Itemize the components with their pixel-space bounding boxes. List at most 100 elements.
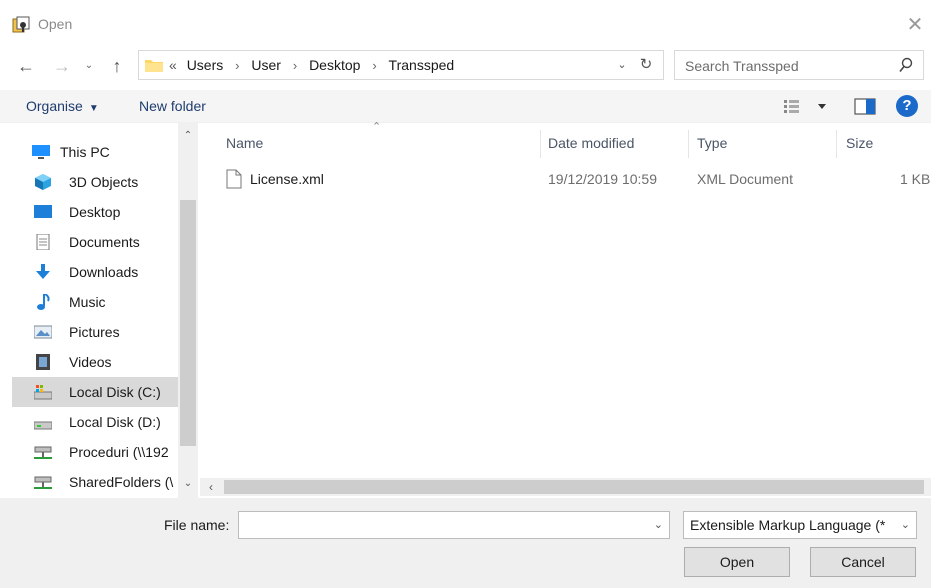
close-icon: ✕ — [906, 14, 924, 36]
computer-icon — [32, 145, 50, 159]
folder-icon — [145, 60, 163, 72]
command-bar: Organise ▼ New folder ? — [0, 90, 931, 123]
caret-down-icon: ▼ — [88, 103, 99, 114]
breadcrumb-separator[interactable]: › — [235, 52, 239, 80]
window-title: Open — [38, 16, 73, 32]
nav-item-music[interactable]: Music — [12, 287, 178, 317]
nav-item-pictures[interactable]: Pictures — [12, 317, 178, 347]
nav-item-this-pc[interactable]: This PC — [12, 137, 178, 167]
chevron-up-icon: ⌃ — [183, 130, 193, 141]
chevron-down-icon: ⌄ — [900, 519, 910, 531]
file-type-filter[interactable]: Extensible Markup Language (* ⌄ — [683, 511, 917, 539]
chevron-left-icon: ‹ — [209, 480, 213, 494]
title-bar: Open ✕ — [0, 0, 931, 48]
nav-item-label: Documents — [69, 234, 140, 250]
nav-item-3d-objects[interactable]: 3D Objects — [12, 167, 178, 197]
address-history-dropdown[interactable]: ⌄ — [613, 51, 631, 79]
scroll-down-button[interactable]: ⌄ — [180, 478, 196, 494]
help-icon: ? — [902, 97, 912, 114]
cancel-button[interactable]: Cancel — [810, 547, 916, 577]
breadcrumb-users[interactable]: Users — [187, 51, 224, 79]
file-size: 1 KB — [900, 171, 931, 187]
music-icon — [37, 294, 50, 310]
organise-button[interactable]: Organise ▼ — [26, 90, 99, 122]
navigation-pane: This PC 3D Objects Desktop Documents Dow… — [0, 122, 198, 498]
nav-item-sharedfolders[interactable]: SharedFolders (\ — [12, 467, 178, 497]
pictures-icon — [34, 325, 52, 339]
up-button[interactable]: ↑ — [104, 52, 130, 80]
breadcrumb: « Users › User › Desktop › Transsped — [169, 51, 454, 79]
nav-item-label: Music — [69, 294, 106, 310]
file-name-label: File name: — [164, 517, 230, 533]
scroll-left-button[interactable]: ‹ — [204, 478, 218, 496]
app-icon — [12, 16, 30, 33]
nav-item-proceduri[interactable]: Proceduri (\\192 — [12, 437, 178, 467]
nav-item-desktop[interactable]: Desktop — [12, 197, 178, 227]
change-view-icon[interactable] — [780, 96, 828, 116]
breadcrumb-transsped[interactable]: Transsped — [389, 51, 455, 79]
breadcrumb-separator[interactable]: › — [293, 52, 297, 80]
search-box[interactable] — [674, 50, 924, 80]
forward-button[interactable]: → — [50, 52, 74, 80]
file-row[interactable]: License.xml 19/12/2019 10:59 XML Documen… — [200, 166, 931, 192]
nav-item-label: Videos — [69, 354, 112, 370]
nav-item-downloads[interactable]: Downloads — [12, 257, 178, 287]
drive-icon — [34, 385, 52, 400]
breadcrumb-user[interactable]: User — [251, 51, 281, 79]
scroll-up-button[interactable]: ⌃ — [180, 130, 196, 146]
new-folder-button[interactable]: New folder — [139, 90, 206, 122]
arrow-right-icon: → — [53, 56, 71, 76]
column-header-date-modified[interactable]: Date modified — [548, 130, 634, 156]
column-divider[interactable] — [836, 130, 837, 158]
nav-item-label: Pictures — [69, 324, 120, 340]
nav-item-local-disk-c[interactable]: Local Disk (C:) — [12, 377, 178, 407]
column-header-name[interactable]: Name — [226, 130, 263, 156]
search-icon — [899, 57, 913, 72]
desktop-icon — [34, 205, 52, 218]
chevron-down-icon: ⌄ — [617, 59, 627, 71]
filelist-hscroll-thumb[interactable] — [224, 480, 924, 494]
back-button[interactable]: ← — [12, 52, 40, 80]
file-name-input[interactable] — [243, 515, 637, 537]
nav-item-label: Local Disk (D:) — [69, 414, 161, 430]
file-date-modified: 19/12/2019 10:59 — [548, 171, 657, 187]
address-bar[interactable]: « Users › User › Desktop › Transsped ⌄ ↻ — [138, 50, 664, 80]
nav-item-documents[interactable]: Documents — [12, 227, 178, 257]
network-drive-icon — [34, 476, 52, 489]
chevron-down-icon: ⌄ — [183, 478, 193, 489]
chevron-down-icon: ⌄ — [84, 60, 94, 71]
nav-item-local-disk-d[interactable]: Local Disk (D:) — [12, 407, 178, 437]
breadcrumb-overflow[interactable]: « — [169, 51, 177, 79]
column-divider[interactable] — [688, 130, 689, 158]
preview-pane-icon[interactable] — [852, 96, 878, 116]
network-drive-icon — [34, 446, 52, 459]
drive-icon — [34, 421, 52, 430]
navpane-scrollbar-thumb[interactable] — [180, 200, 196, 446]
column-header-type[interactable]: Type — [697, 130, 727, 156]
breadcrumb-separator[interactable]: › — [372, 52, 376, 80]
nav-item-label: SharedFolders (\ — [69, 474, 174, 490]
file-name-combobox[interactable]: ⌄ — [238, 511, 670, 539]
column-divider[interactable] — [540, 130, 541, 158]
arrow-left-icon: ← — [17, 56, 35, 76]
open-button[interactable]: Open — [684, 547, 790, 577]
close-button[interactable]: ✕ — [903, 14, 927, 36]
help-button[interactable]: ? — [896, 95, 918, 117]
nav-item-label: Desktop — [69, 204, 121, 220]
videos-icon — [36, 354, 50, 370]
nav-item-videos[interactable]: Videos — [12, 347, 178, 377]
arrow-up-icon: ↑ — [112, 56, 122, 76]
organise-label: Organise — [26, 98, 83, 114]
file-icon — [226, 169, 242, 189]
nav-item-label: Local Disk (C:) — [69, 384, 161, 400]
chevron-down-icon[interactable]: ⌄ — [654, 512, 663, 538]
column-header-size[interactable]: Size — [846, 130, 873, 156]
sort-ascending-icon: ⌃ — [372, 121, 382, 133]
breadcrumb-desktop[interactable]: Desktop — [309, 51, 360, 79]
search-input[interactable] — [683, 55, 887, 77]
nav-item-label: Proceduri (\\192 — [69, 444, 169, 460]
refresh-button[interactable]: ↻ — [635, 51, 657, 79]
file-type: XML Document — [697, 171, 793, 187]
recent-locations-button[interactable]: ⌄ — [80, 52, 98, 80]
open-file-dialog: Open ✕ ← → ⌄ ↑ « Users › User › Desktop … — [0, 0, 931, 588]
